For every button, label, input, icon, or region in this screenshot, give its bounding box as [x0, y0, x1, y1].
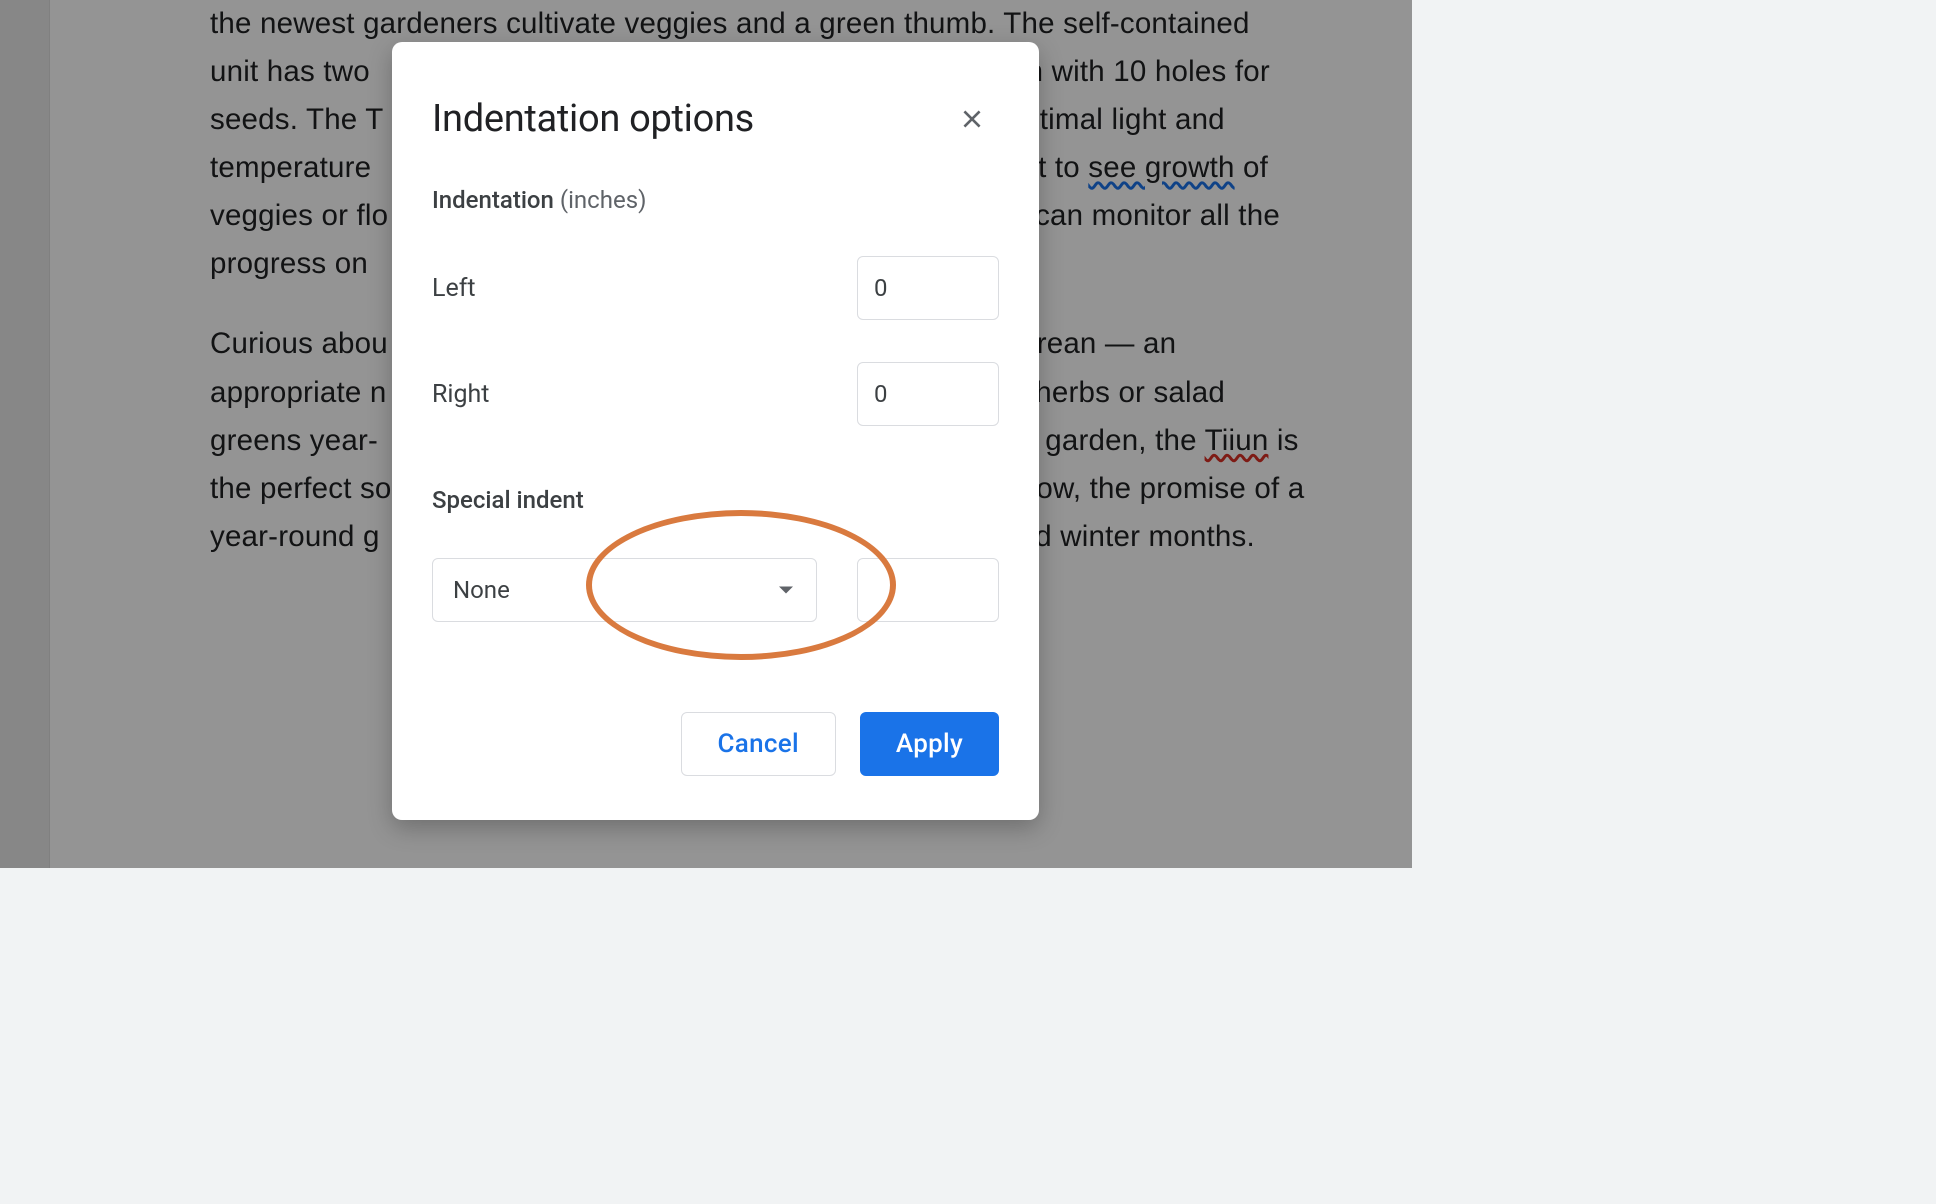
dialog-title: Indentation options — [432, 97, 754, 141]
special-indent-value-input[interactable] — [857, 558, 999, 622]
special-indent-select-wrap: None — [432, 558, 817, 622]
special-indent-selected-value: None — [453, 576, 510, 604]
indentation-section-label: Indentation (inches) — [432, 186, 999, 214]
left-indent-label: Left — [432, 274, 476, 303]
dialog-actions: Cancel Apply — [392, 622, 1039, 820]
cancel-button[interactable]: Cancel — [681, 712, 836, 776]
special-indent-label: Special indent — [432, 486, 999, 514]
left-indent-input[interactable] — [857, 256, 999, 320]
dialog-body: Indentation (inches) Left Right Special … — [392, 142, 1039, 622]
left-indent-row: Left — [432, 256, 999, 320]
close-icon — [959, 106, 985, 132]
right-indent-input[interactable] — [857, 362, 999, 426]
section-label-unit: (inches) — [554, 186, 647, 214]
dialog-header: Indentation options — [392, 42, 1039, 142]
apply-button[interactable]: Apply — [860, 712, 999, 776]
special-indent-row: None — [432, 558, 999, 622]
section-label-text: Indentation — [432, 186, 554, 214]
indentation-options-dialog: Indentation options Indentation (inches)… — [392, 42, 1039, 820]
special-indent-section: Special indent None — [432, 486, 999, 622]
special-indent-select[interactable]: None — [432, 558, 817, 622]
right-indent-row: Right — [432, 362, 999, 426]
right-indent-label: Right — [432, 380, 489, 409]
close-button[interactable] — [949, 96, 995, 142]
